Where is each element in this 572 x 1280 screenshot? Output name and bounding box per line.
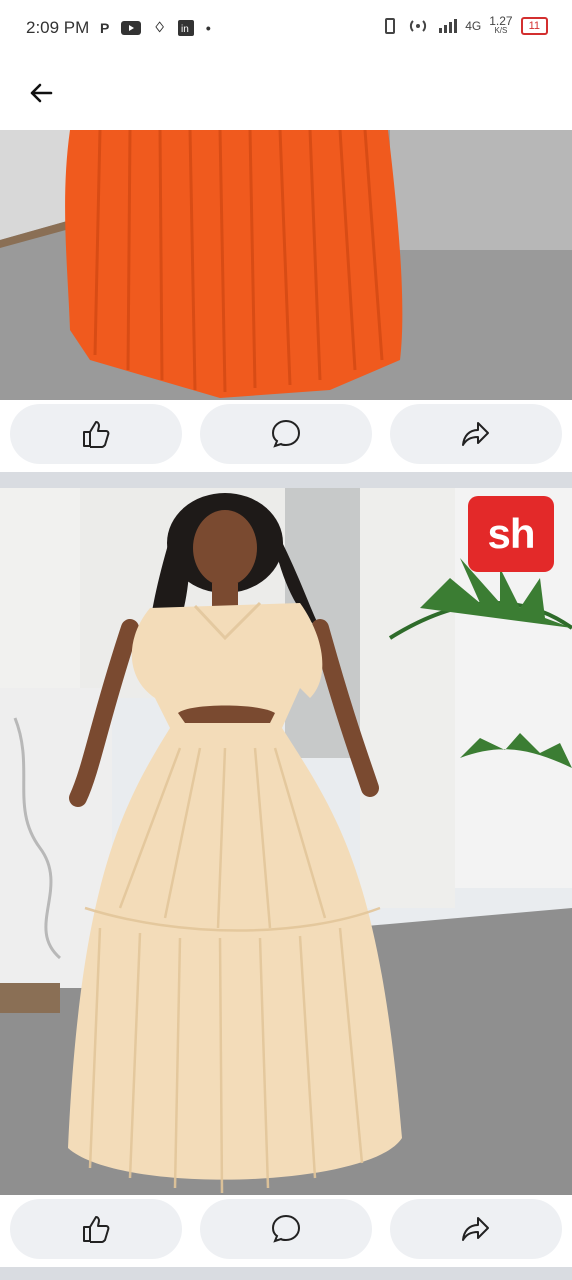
youtube-icon xyxy=(121,20,142,35)
hotspot-icon xyxy=(410,20,427,32)
post-separator xyxy=(0,472,572,488)
sh-logo-badge: sh xyxy=(468,496,554,572)
battery-indicator: 11 xyxy=(520,17,548,35)
post-separator xyxy=(0,1267,572,1280)
signal-icon xyxy=(439,19,458,33)
speed-value: 1.27 xyxy=(489,14,513,28)
comment-icon xyxy=(271,419,301,448)
top-header xyxy=(0,58,572,131)
like-icon xyxy=(83,1216,110,1243)
post-image-orange-dress[interactable] xyxy=(0,130,572,400)
like-button[interactable] xyxy=(10,1199,182,1259)
arrow-left-icon[interactable] xyxy=(24,76,58,110)
water-drop-icon: ♢ xyxy=(153,19,166,35)
like-icon xyxy=(83,421,110,448)
comment-button[interactable] xyxy=(200,404,372,464)
dot-icon: • xyxy=(205,19,211,36)
notification-icons: P ♢ in • xyxy=(100,19,211,36)
comment-icon xyxy=(271,1214,301,1243)
network-label: 4G xyxy=(465,19,482,33)
status-bar: 2:09 PM P ♢ in • 4G 1.27 K/S 11 xyxy=(0,0,572,58)
linkedin-icon: in xyxy=(177,19,194,36)
like-button[interactable] xyxy=(10,404,182,464)
post-actions-1 xyxy=(0,400,572,472)
vibrate-icon xyxy=(385,18,396,34)
share-button[interactable] xyxy=(390,1199,562,1259)
post-image-beige-dress[interactable]: sh xyxy=(0,488,572,1195)
system-status: 4G 1.27 K/S 11 xyxy=(381,14,548,36)
share-button[interactable] xyxy=(390,404,562,464)
share-icon xyxy=(462,422,489,446)
post-actions-2 xyxy=(0,1195,572,1267)
speed-indicator: 1.27 K/S xyxy=(489,14,513,36)
beige-dress-photo xyxy=(0,488,572,1195)
status-time: 2:09 PM xyxy=(26,18,90,37)
svg-text:in: in xyxy=(181,24,189,35)
p-icon: P xyxy=(100,19,110,36)
share-icon xyxy=(462,1217,489,1241)
comment-button[interactable] xyxy=(200,1199,372,1259)
orange-dress-photo xyxy=(0,130,572,400)
